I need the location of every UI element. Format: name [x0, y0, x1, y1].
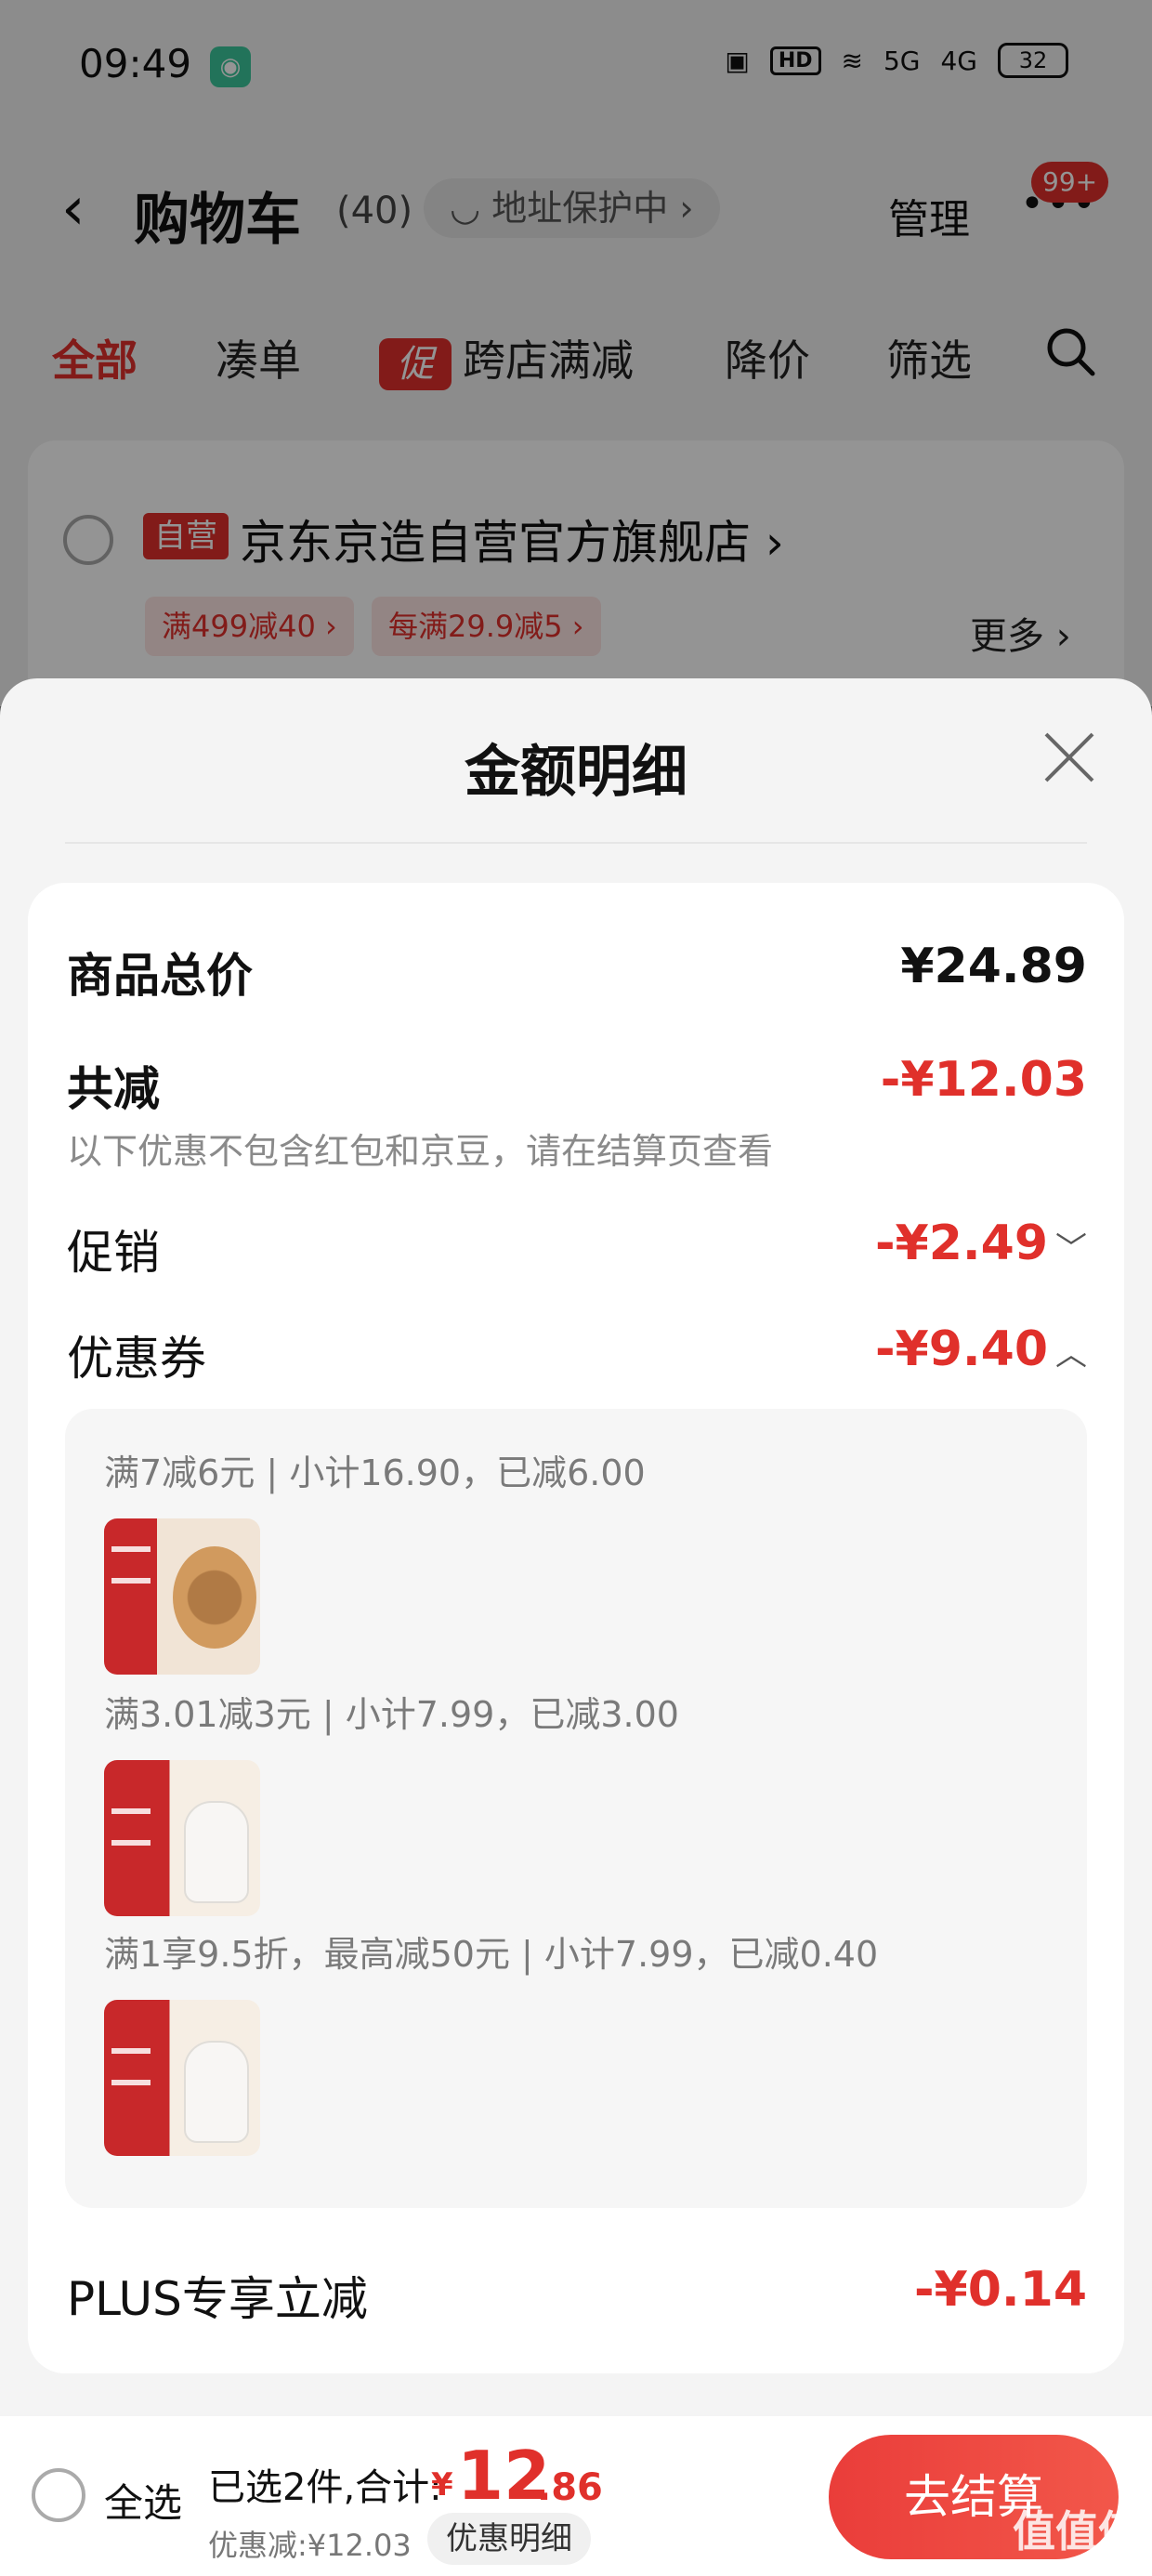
coupon-line-1: 满7减6元 | 小计16.90，已减6.00: [104, 1452, 646, 1493]
coupon-line-2: 满3.01减3元 | 小计7.99，已减3.00: [104, 1694, 679, 1735]
chevron-down-icon: ﹀: [1055, 1230, 1087, 1268]
thumb-label-stripe: [111, 2048, 151, 2054]
promotion-label: 促销: [67, 1226, 160, 1280]
glove-thumbnail-2[interactable]: [104, 2000, 260, 2156]
thumb-label-stripe: [111, 1546, 151, 1552]
thumb-label-stripe: [111, 1808, 151, 1814]
chevron-up-icon: ︿: [1055, 1336, 1087, 1373]
coupon-label: 优惠券: [67, 1332, 206, 1386]
thumb-label-stripe: [111, 1578, 151, 1584]
paper-liner-image: [173, 1546, 256, 1649]
select-all-radio[interactable]: [32, 2468, 85, 2522]
sheet-title: 金额明细: [465, 740, 687, 805]
total-price-value: ¥24.89: [900, 939, 1087, 994]
select-all-label[interactable]: 全选: [104, 2472, 182, 2529]
amount-detail-sheet: 金额明细 商品总价 ¥24.89 共减 -¥12.03 以下优惠不包含红包和京豆…: [0, 678, 1152, 2416]
total-price-label: 商品总价: [67, 949, 253, 1003]
coupon-value: -¥9.40: [874, 1321, 1048, 1377]
glove-thumbnail-1[interactable]: [104, 1760, 260, 1916]
total-decimal: .86: [537, 2466, 603, 2509]
selected-count-text: 已选2件,合计:: [208, 2466, 442, 2509]
coupon-breakdown-panel: 满7减6元 | 小计16.90，已减6.00 满3.01减3元 | 小计7.99…: [65, 1409, 1087, 2208]
glove-image: [184, 1801, 249, 1903]
promotion-row-toggle[interactable]: -¥2.49 ﹀: [875, 1216, 1087, 1271]
discount-summary: 优惠减:¥12.03: [208, 2528, 412, 2563]
plus-discount-value: -¥0.14: [913, 2262, 1087, 2318]
watermark-logo: 值值值: [1013, 2506, 1141, 2556]
total-reduced-label: 共减: [67, 1062, 160, 1116]
checkout-bar: 全选 已选2件,合计: ¥ 12 .86 优惠减:¥12.03 优惠明细 去结算: [0, 2416, 1152, 2576]
total-currency: ¥: [431, 2466, 453, 2504]
air-fryer-paper-thumbnail[interactable]: [104, 1518, 260, 1675]
discount-note: 以下优惠不包含红包和京豆，请在结算页查看: [67, 1131, 774, 1172]
amount-detail-card: 商品总价 ¥24.89 共减 -¥12.03 以下优惠不包含红包和京豆，请在结算…: [28, 883, 1124, 2373]
coupon-row-toggle[interactable]: -¥9.40 ︿: [875, 1321, 1087, 1377]
thumb-label-stripe: [111, 2080, 151, 2085]
divider: [65, 842, 1087, 844]
discount-detail-button[interactable]: 优惠明细: [427, 2513, 591, 2565]
plus-discount-label: PLUS专享立减: [67, 2272, 368, 2326]
total-reduced-value: -¥12.03: [880, 1052, 1087, 1108]
glove-image: [184, 2041, 249, 2143]
promotion-value: -¥2.49: [874, 1216, 1048, 1271]
close-icon[interactable]: [1039, 727, 1100, 788]
coupon-line-3: 满1享9.5折，最高减50元 | 小计7.99，已减0.40: [104, 1934, 879, 1975]
thumb-label-stripe: [111, 1840, 151, 1846]
